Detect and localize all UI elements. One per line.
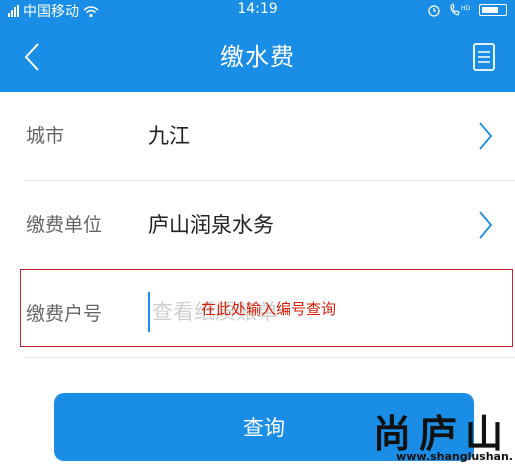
unit-value: 庐山润泉水务 [148,213,274,237]
city-row[interactable]: 城市 九江 [0,92,515,180]
chevron-right-icon [479,211,493,239]
annotation-text: 在此处输入编号查询 [201,300,337,318]
call-hd-icon: HD [450,3,471,16]
unit-label: 缴费单位 [26,214,103,236]
account-row: 缴费户号 在此处输入编号查询 [20,269,513,347]
unit-row[interactable]: 缴费单位 庐山润泉水务 [0,181,515,269]
page-title: 缴水费 [220,43,295,71]
status-right: HD [427,3,507,17]
city-value: 九江 [148,124,190,148]
divider [24,357,515,358]
account-label: 缴费户号 [26,303,103,325]
nav-bar: 缴水费 [0,22,515,92]
svg-text:HD: HD [461,5,471,12]
watermark-url: www.shanglushan. [396,450,513,463]
chevron-right-icon [479,122,493,150]
document-icon[interactable] [471,42,497,72]
alarm-icon [428,5,440,17]
battery-icon [479,4,507,16]
watermark: 尚庐山 www.shanglushan. [350,401,515,467]
status-bar: 中国移动 14:19 HD [0,0,515,22]
city-label: 城市 [26,125,65,147]
